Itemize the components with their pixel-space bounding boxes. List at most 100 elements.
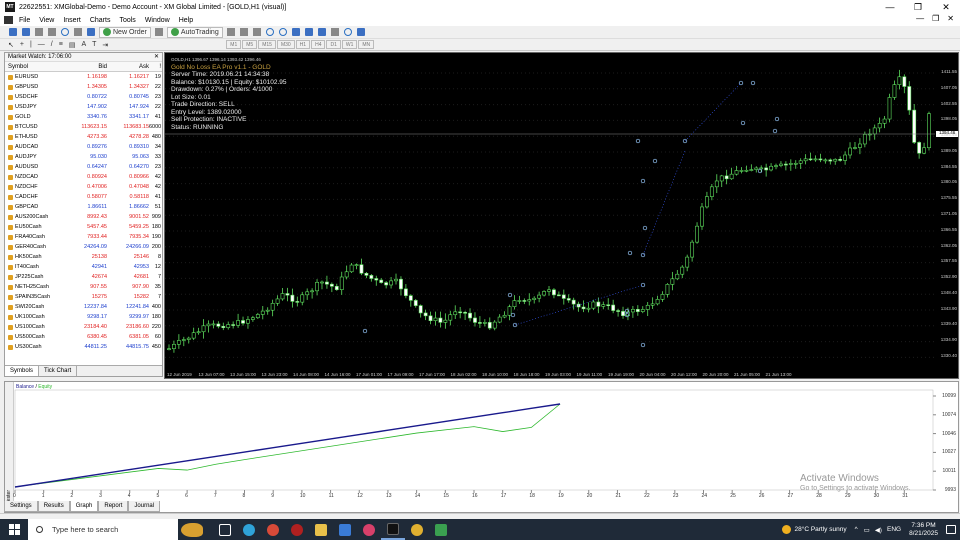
- timeframe-m1[interactable]: M1: [226, 40, 242, 49]
- tray-overflow-icon[interactable]: ^: [855, 526, 858, 533]
- crosshair-icon[interactable]: +: [20, 41, 24, 48]
- market-watch-row[interactable]: EU50Cash 5457.45 5459.25 180: [5, 222, 162, 232]
- start-button[interactable]: [0, 519, 28, 540]
- app-green-button[interactable]: [429, 519, 453, 540]
- cursor-icon[interactable]: ↖: [8, 41, 14, 49]
- market-watch-row[interactable]: GER40Cash 24264.09 24266.09 200: [5, 242, 162, 252]
- timeframe-m15[interactable]: M15: [258, 40, 276, 49]
- timeframe-d1[interactable]: D1: [326, 40, 341, 49]
- market-watch-row[interactable]: AUDJPY 95.030 95.063 33: [5, 152, 162, 162]
- xm-terminal-button[interactable]: [381, 519, 405, 540]
- market-watch-row[interactable]: GBPCAD 1.86611 1.86662 51: [5, 202, 162, 212]
- timeframe-h4[interactable]: H4: [311, 40, 326, 49]
- network-icon[interactable]: ▭: [864, 526, 870, 534]
- fibonacci-icon[interactable]: ▤: [69, 41, 76, 49]
- market-watch-row[interactable]: UK100Cash 9298.17 9299.97 180: [5, 312, 162, 322]
- app-red-button[interactable]: [285, 519, 309, 540]
- close-button[interactable]: ✕: [932, 0, 960, 14]
- vertical-line-icon[interactable]: |: [30, 41, 32, 48]
- file-explorer-button[interactable]: [309, 519, 333, 540]
- timeframe-m5[interactable]: M5: [242, 40, 258, 49]
- tab-journal[interactable]: Journal: [128, 501, 161, 512]
- document-icon[interactable]: [4, 16, 13, 24]
- menu-charts[interactable]: Charts: [90, 17, 111, 24]
- bar-chart-button[interactable]: [226, 27, 236, 37]
- taskbar-search[interactable]: Type here to search: [28, 519, 178, 540]
- menu-file[interactable]: File: [19, 17, 30, 24]
- price-chart[interactable]: GOLD,H1 1396.67 1396.14 1393.42 1396.46 …: [164, 52, 959, 379]
- search-highlight-icon[interactable]: [181, 522, 203, 537]
- market-watch-row[interactable]: NZDCHF 0.47006 0.47048 42: [5, 182, 162, 192]
- market-watch-row[interactable]: HK50Cash 25138 25146 8: [5, 252, 162, 262]
- market-watch-row[interactable]: NETH25Cash 907.55 907.90 35: [5, 282, 162, 292]
- tab-graph[interactable]: Graph: [69, 501, 99, 512]
- timeframe-m30[interactable]: M30: [276, 40, 295, 49]
- terminal-button[interactable]: [73, 27, 83, 37]
- timeframe-w1[interactable]: W1: [341, 40, 358, 49]
- auto-scroll-button[interactable]: [317, 27, 327, 37]
- metaeditor-button[interactable]: [154, 27, 164, 37]
- arrows-icon[interactable]: ⇥: [102, 41, 108, 49]
- market-watch-row[interactable]: BTCUSD 113623.15 113683.15 6000: [5, 122, 162, 132]
- new-chart-button[interactable]: [8, 27, 18, 37]
- channel-icon[interactable]: ≡: [59, 41, 63, 48]
- market-watch-row[interactable]: AUS200Cash 8992.43 9001.52 909: [5, 212, 162, 222]
- notifications-icon[interactable]: [946, 525, 956, 534]
- chart-shift-button[interactable]: [304, 27, 314, 37]
- tab-results[interactable]: Results: [37, 501, 70, 512]
- language-icon[interactable]: ENG: [887, 526, 901, 533]
- menu-tools[interactable]: Tools: [119, 17, 135, 24]
- chart-minimize-button[interactable]: —: [916, 14, 924, 23]
- market-watch-row[interactable]: EURUSD 1.16198 1.16217 19: [5, 72, 162, 82]
- column-ask[interactable]: Ask: [107, 62, 149, 71]
- timeframe-h1[interactable]: H1: [295, 40, 311, 49]
- autotrading-button[interactable]: AutoTrading: [166, 26, 223, 38]
- tile-windows-button[interactable]: [291, 27, 301, 37]
- market-watch-row[interactable]: GBPUSD 1.34305 1.34327 22: [5, 82, 162, 92]
- weather-text[interactable]: 28°C Partly sunny: [794, 526, 846, 533]
- app-yellow-button[interactable]: [405, 519, 429, 540]
- menu-insert[interactable]: Insert: [63, 17, 81, 24]
- edge-button[interactable]: [237, 519, 261, 540]
- zoom-out-button[interactable]: [278, 27, 288, 37]
- market-watch-row[interactable]: SWI20Cash 12237.84 12241.84 400: [5, 302, 162, 312]
- periods-button[interactable]: [343, 27, 353, 37]
- trendline-icon[interactable]: /: [51, 41, 53, 48]
- weather-icon[interactable]: [782, 525, 792, 534]
- market-watch-button[interactable]: [34, 27, 44, 37]
- label-icon[interactable]: T: [92, 41, 96, 48]
- task-view-button[interactable]: [213, 519, 237, 540]
- column-bid[interactable]: Bid: [63, 62, 107, 71]
- market-watch-row[interactable]: IT40Cash 42941 42953 12: [5, 262, 162, 272]
- menu-help[interactable]: Help: [179, 17, 193, 24]
- menu-view[interactable]: View: [39, 17, 54, 24]
- market-watch-row[interactable]: FRA40Cash 7933.44 7935.34 190: [5, 232, 162, 242]
- zoom-in-button[interactable]: [265, 27, 275, 37]
- line-chart-button[interactable]: [252, 27, 262, 37]
- column-spread[interactable]: !: [149, 62, 162, 71]
- navigator-button[interactable]: [60, 27, 70, 37]
- market-watch-row[interactable]: US100Cash 23184.40 23186.60 220: [5, 322, 162, 332]
- maximize-button[interactable]: ❐: [904, 0, 932, 14]
- data-window-button[interactable]: [47, 27, 57, 37]
- tab-tick-chart[interactable]: Tick Chart: [39, 366, 78, 376]
- tab-symbols[interactable]: Symbols: [5, 366, 40, 376]
- minimize-button[interactable]: —: [876, 0, 904, 14]
- market-watch-row[interactable]: USDCHF 0.80722 0.80745 23: [5, 92, 162, 102]
- templates-button[interactable]: [356, 27, 366, 37]
- market-watch-row[interactable]: AUDCAD 0.89276 0.89310 34: [5, 142, 162, 152]
- market-watch-row[interactable]: AUDUSD 0.64247 0.64270 23: [5, 162, 162, 172]
- app-pink-button[interactable]: [357, 519, 381, 540]
- column-symbol[interactable]: Symbol: [5, 62, 63, 71]
- horizontal-line-icon[interactable]: —: [38, 41, 45, 48]
- clock[interactable]: 7:36 PM 8/21/2025: [909, 522, 938, 538]
- chart-restore-button[interactable]: ❐: [932, 14, 939, 23]
- tab-settings[interactable]: Settings: [4, 501, 38, 512]
- text-icon[interactable]: A: [81, 41, 86, 48]
- market-watch-row[interactable]: GOLD 3340.76 3341.17 41: [5, 112, 162, 122]
- volume-icon[interactable]: ◀): [875, 526, 882, 534]
- market-watch-row[interactable]: US500Cash 6380.45 6381.05 60: [5, 332, 162, 342]
- market-watch-row[interactable]: US30Cash 44811.25 44815.75 450: [5, 342, 162, 352]
- menu-window[interactable]: Window: [145, 17, 170, 24]
- market-watch-row[interactable]: ETHUSD 4273.36 4278.28 480: [5, 132, 162, 142]
